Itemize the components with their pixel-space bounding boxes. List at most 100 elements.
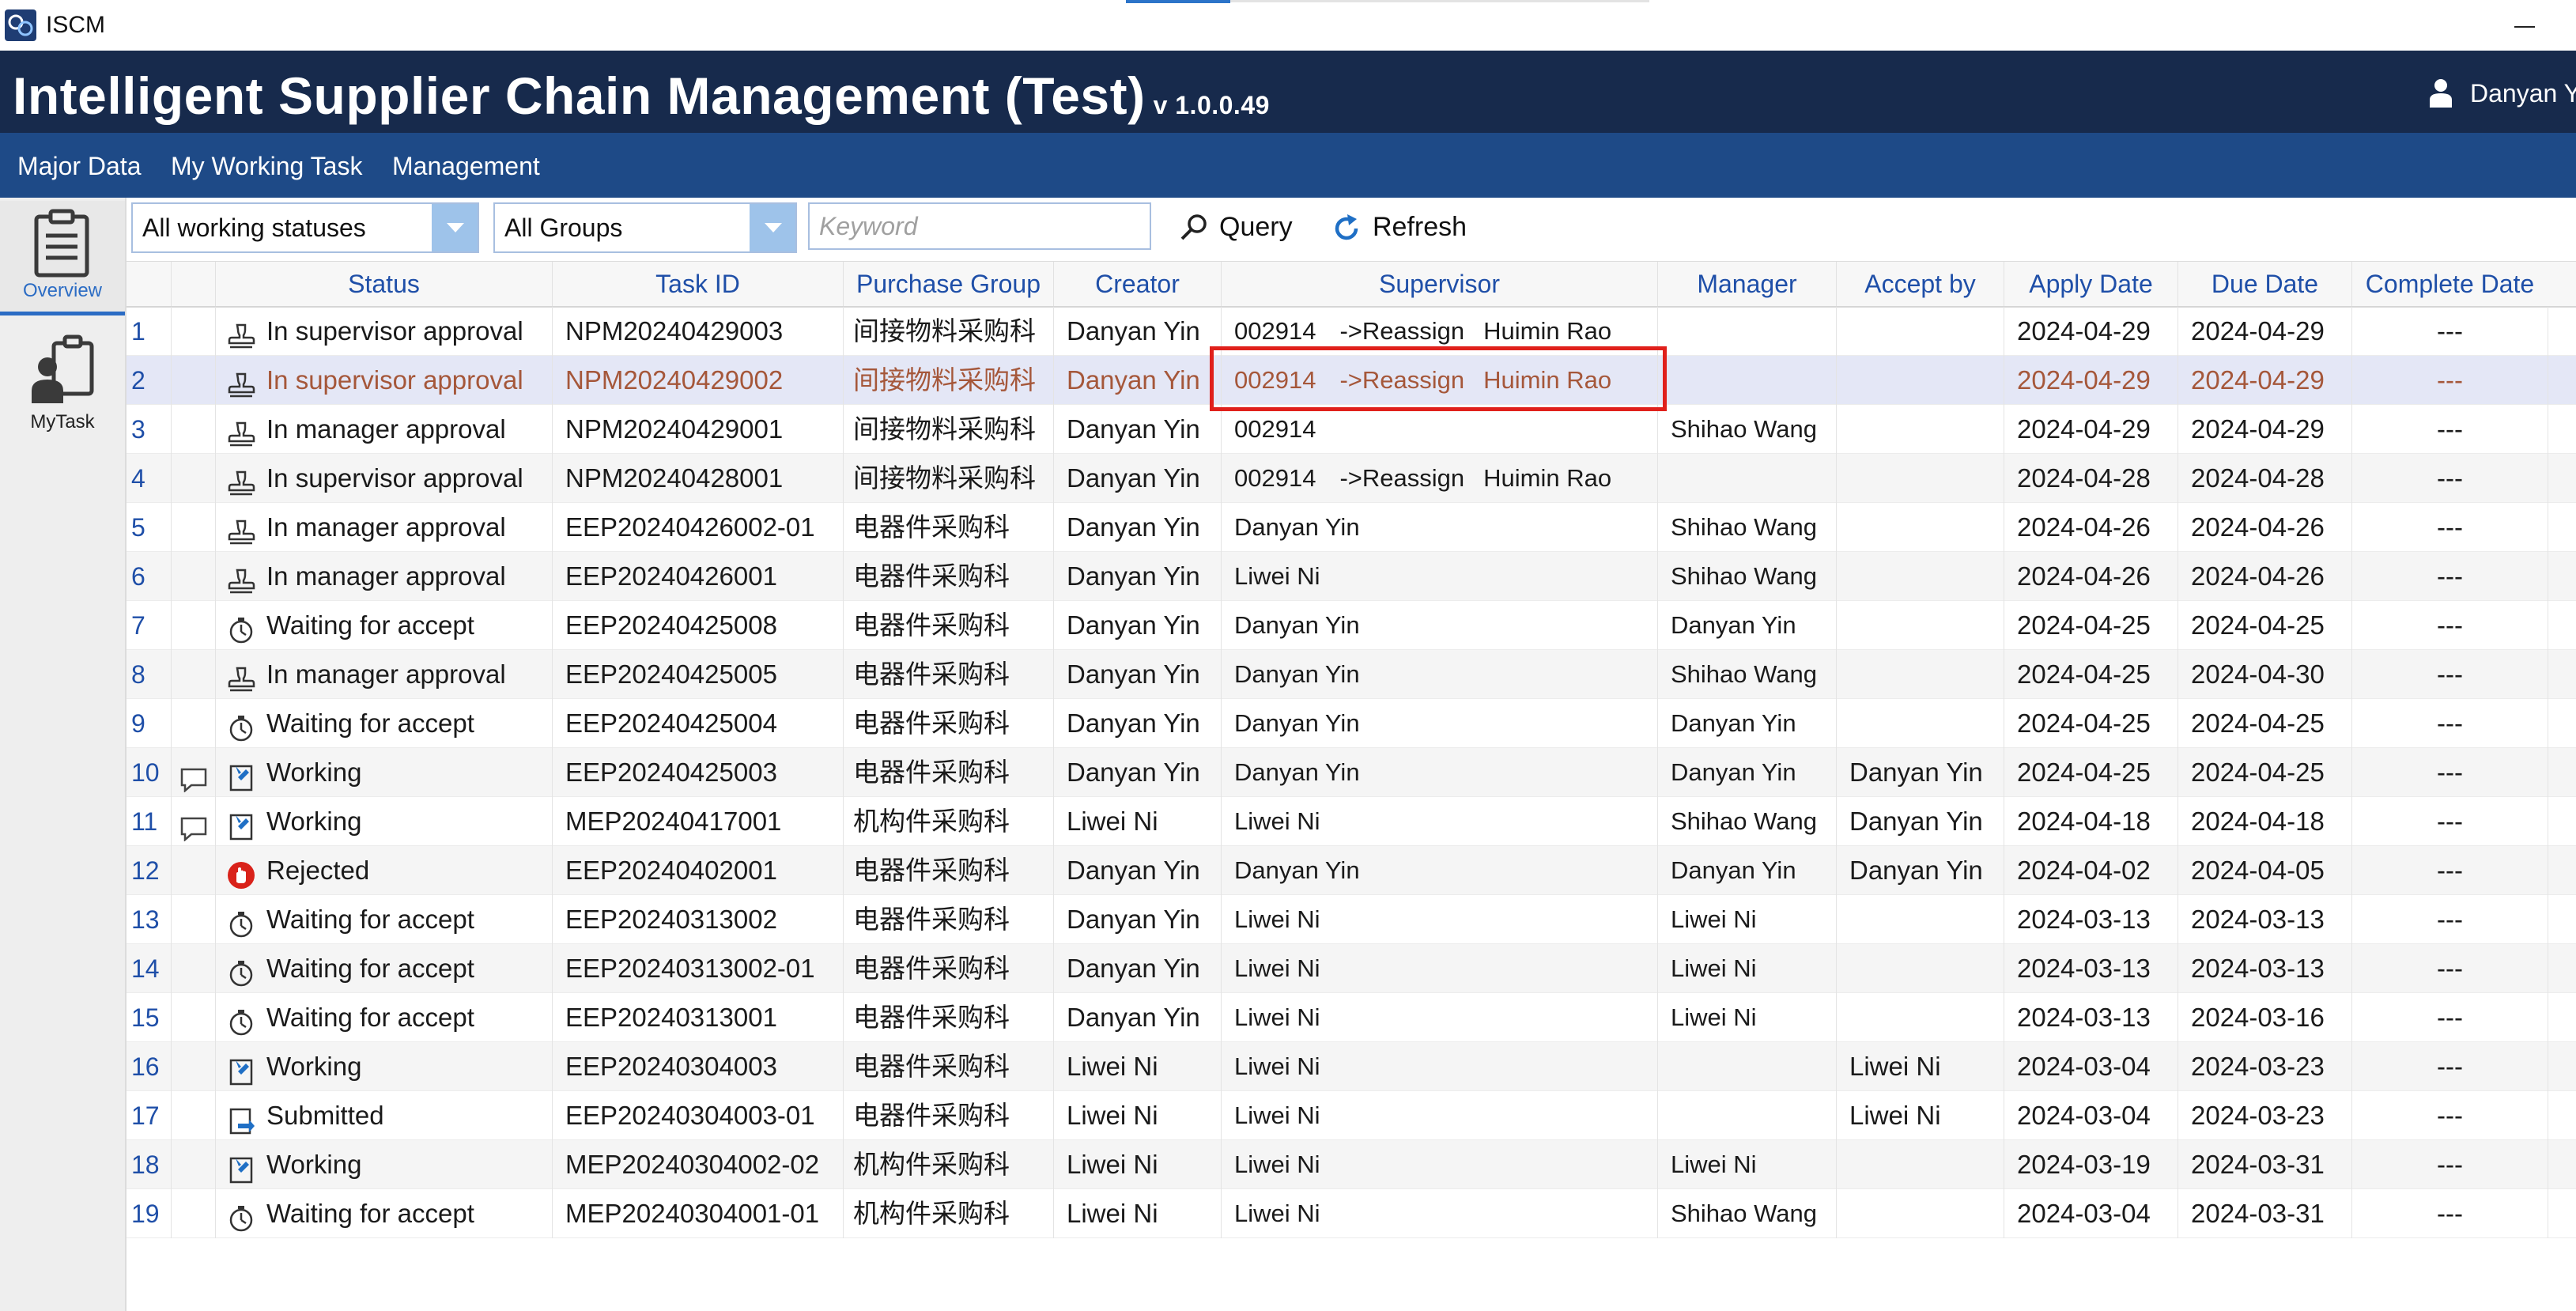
status-cell: Rejected xyxy=(215,846,552,895)
comment-cell[interactable] xyxy=(171,1189,215,1238)
table-row[interactable]: 2 In supervisor approval NPM20240429002 间接物… xyxy=(127,356,2576,405)
comment-cell[interactable] xyxy=(171,601,215,650)
apply-date-cell: 2024-04-28 xyxy=(2004,454,2178,503)
status-filter-dropdown[interactable]: All working statuses xyxy=(131,202,479,253)
comment-cell[interactable] xyxy=(171,944,215,993)
filter-toolbar: All working statuses All Groups Query Re… xyxy=(127,198,2576,259)
submitted-icon xyxy=(227,1101,255,1135)
header-creator[interactable]: Creator xyxy=(1053,262,1221,306)
comment-cell[interactable] xyxy=(171,552,215,601)
menu-my-working-task[interactable]: My Working Task xyxy=(171,150,362,182)
header-supervisor[interactable]: Supervisor xyxy=(1221,262,1657,306)
table-row[interactable]: 16 Working EEP20240304003 电器件采购科 Liwei Ni Liw… xyxy=(127,1042,2576,1091)
menu-major-data[interactable]: Major Data xyxy=(17,150,142,182)
filler-cell xyxy=(2548,1091,2576,1140)
supervisor-id: 002914 xyxy=(1234,415,1316,443)
creator-cell: Danyan Yin xyxy=(1053,846,1221,895)
comment-cell[interactable] xyxy=(171,1140,215,1189)
comment-cell[interactable] xyxy=(171,454,215,503)
header-status[interactable]: Status xyxy=(215,262,552,306)
purchase-group-cell: 电器件采购科 xyxy=(843,650,1053,699)
header-task-id[interactable]: Task ID xyxy=(552,262,843,306)
supervisor-id: 002914 xyxy=(1234,464,1316,492)
table-row[interactable]: 14 Waiting for accept EEP20240313002-01 电器件… xyxy=(127,944,2576,993)
keyword-input[interactable] xyxy=(808,202,1151,250)
apply-date-cell: 2024-03-19 xyxy=(2004,1140,2178,1189)
complete-date-cell: --- xyxy=(2351,405,2548,454)
header-manager[interactable]: Manager xyxy=(1657,262,1836,306)
menu-management[interactable]: Management xyxy=(392,150,540,182)
comment-cell[interactable] xyxy=(171,895,215,944)
chevron-down-icon[interactable] xyxy=(750,204,795,251)
header-apply-date[interactable]: Apply Date xyxy=(2004,262,2178,306)
table-row[interactable]: 18 Working MEP20240304002-02 机构件采购科 Liwei Ni… xyxy=(127,1140,2576,1189)
status-text: Waiting for accept xyxy=(266,610,474,640)
comment-cell[interactable] xyxy=(171,307,215,356)
header-accept-by[interactable]: Accept by xyxy=(1836,262,2004,306)
table-row[interactable]: 6 In manager approval EEP20240426001 电器件采购科… xyxy=(127,552,2576,601)
status-text: In supervisor approval xyxy=(266,463,523,493)
creator-cell: Liwei Ni xyxy=(1053,1091,1221,1140)
comment-cell[interactable] xyxy=(171,356,215,405)
comment-cell[interactable] xyxy=(171,797,215,846)
query-button[interactable]: Query xyxy=(1178,207,1313,247)
user-icon[interactable] xyxy=(2427,77,2454,109)
menu-bar: Major Data My Working Task Management xyxy=(0,133,2576,198)
status-text: Submitted xyxy=(266,1101,384,1130)
group-filter-value: All Groups xyxy=(504,213,623,242)
comment-cell[interactable] xyxy=(171,748,215,797)
table-row[interactable]: 19 Waiting for accept MEP20240304001-01 机构件… xyxy=(127,1189,2576,1238)
due-date-cell: 2024-04-25 xyxy=(2178,748,2351,797)
reassign-link[interactable]: ->Reassign xyxy=(1339,464,1464,492)
comment-cell[interactable] xyxy=(171,1091,215,1140)
stamp-icon xyxy=(227,464,255,496)
comment-cell[interactable] xyxy=(171,503,215,552)
table-row[interactable]: 11 Working MEP20240417001 机构件采购科 Liwei Ni Liw… xyxy=(127,797,2576,846)
accept-by-cell xyxy=(1836,1189,2004,1238)
comment-cell[interactable] xyxy=(171,846,215,895)
table-row[interactable]: 9 Waiting for accept EEP20240425004 电器件采购科 D… xyxy=(127,699,2576,748)
table-row[interactable]: 10 Working EEP20240425003 电器件采购科 Danyan Yin D… xyxy=(127,748,2576,797)
comment-cell[interactable] xyxy=(171,650,215,699)
refresh-button[interactable]: Refresh xyxy=(1330,207,1496,247)
due-date-cell: 2024-03-13 xyxy=(2178,895,2351,944)
status-cell: Waiting for accept xyxy=(215,944,552,993)
table-row[interactable]: 4 In supervisor approval NPM20240428001 间接物… xyxy=(127,454,2576,503)
stamp-icon xyxy=(227,562,255,594)
comment-icon[interactable] xyxy=(179,808,208,842)
comment-icon[interactable] xyxy=(179,759,208,793)
status-cell: In manager approval xyxy=(215,405,552,454)
complete-date-cell: --- xyxy=(2351,356,2548,405)
comment-cell[interactable] xyxy=(171,1042,215,1091)
minimize-button[interactable] xyxy=(2508,11,2540,43)
header-purchase-group[interactable]: Purchase Group xyxy=(843,262,1053,306)
comment-cell[interactable] xyxy=(171,993,215,1042)
reassign-link[interactable]: ->Reassign xyxy=(1339,317,1464,345)
comment-cell[interactable] xyxy=(171,405,215,454)
reassign-link[interactable]: ->Reassign xyxy=(1339,366,1464,394)
status-cell: Working xyxy=(215,797,552,846)
table-row[interactable]: 7 Waiting for accept EEP20240425008 电器件采购科 D… xyxy=(127,601,2576,650)
nav-overview-label: Overview xyxy=(22,280,103,301)
nav-mytask[interactable]: MyTask xyxy=(0,324,125,435)
table-row[interactable]: 3 In manager approval NPM20240429001 间接物料采购… xyxy=(127,405,2576,454)
complete-date-cell: --- xyxy=(2351,748,2548,797)
table-row[interactable]: 1 In supervisor approval NPM20240429003 间接物… xyxy=(127,307,2576,356)
filler-cell xyxy=(2548,1140,2576,1189)
header-due-date[interactable]: Due Date xyxy=(2178,262,2351,306)
header-complete-date[interactable]: Complete Date xyxy=(2351,262,2548,306)
comment-cell[interactable] xyxy=(171,699,215,748)
group-filter-dropdown[interactable]: All Groups xyxy=(493,202,797,253)
supervisor-cell: Liwei Ni xyxy=(1221,895,1657,944)
table-row[interactable]: 5 In manager approval EEP20240426002-01 电器件… xyxy=(127,503,2576,552)
table-row[interactable]: 8 In manager approval EEP20240425005 电器件采购科… xyxy=(127,650,2576,699)
table-row[interactable]: 12 Rejected EEP20240402001 电器件采购科 Danyan Yin… xyxy=(127,846,2576,895)
table-row[interactable]: 17 Submitted EEP20240304003-01 电器件采购科 Liwei … xyxy=(127,1091,2576,1140)
chevron-down-icon[interactable] xyxy=(432,204,478,251)
purchase-group-cell: 电器件采购科 xyxy=(843,503,1053,552)
nav-overview[interactable]: Overview xyxy=(0,201,125,315)
table-row[interactable]: 15 Waiting for accept EEP20240313001 电器件采购科… xyxy=(127,993,2576,1042)
user-name[interactable]: Danyan Y xyxy=(2470,77,2576,109)
table-row[interactable]: 13 Waiting for accept EEP20240313002 电器件采购科… xyxy=(127,895,2576,944)
task-id-cell: NPM20240429001 xyxy=(552,405,843,454)
